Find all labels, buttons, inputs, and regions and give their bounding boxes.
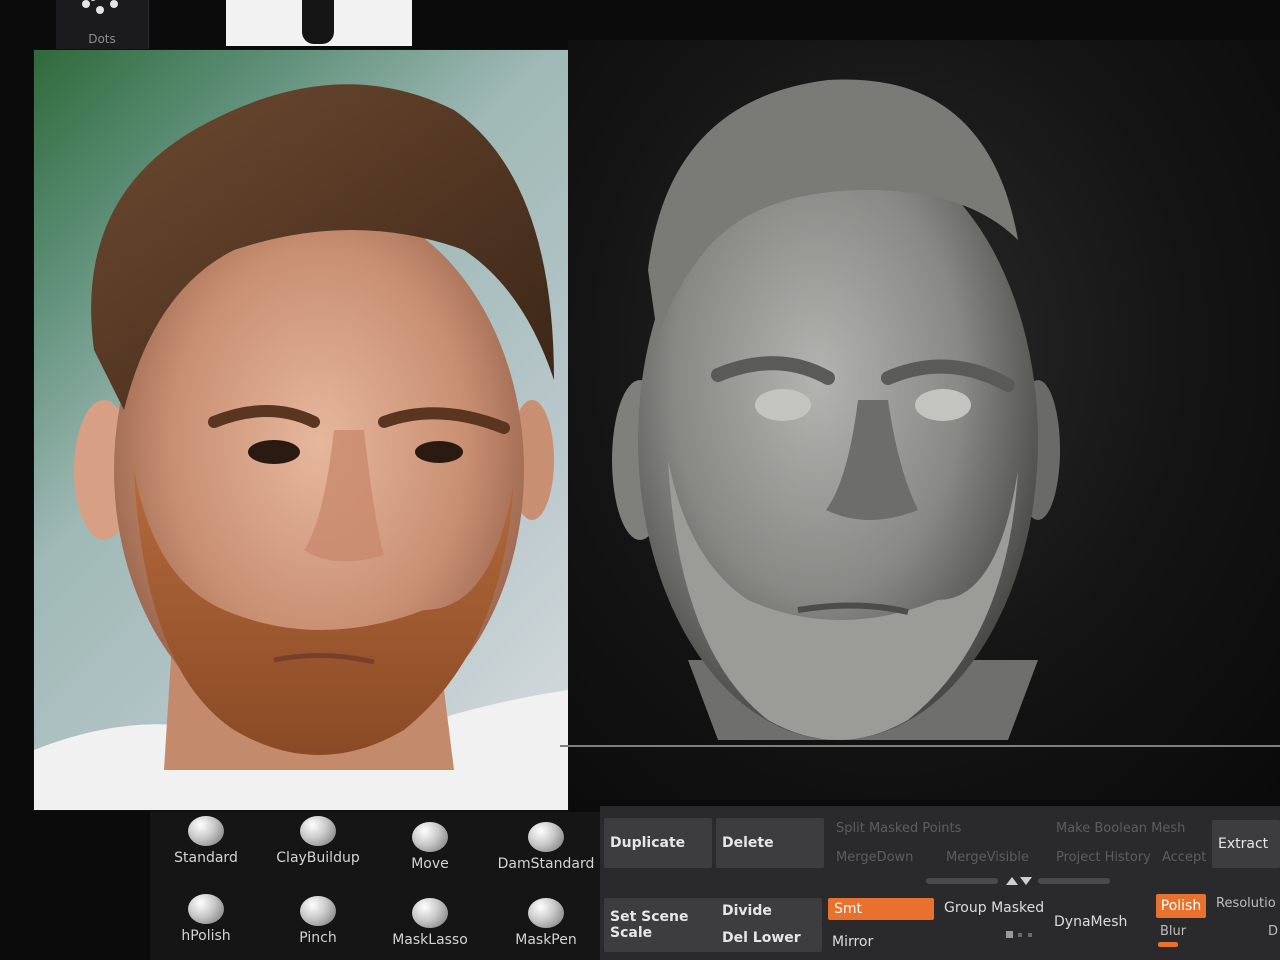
group-masked-button[interactable]: Group Masked [944, 900, 1044, 916]
smt-toggle[interactable]: Smt [828, 898, 934, 920]
brush-maskpen[interactable]: MaskPen [490, 898, 602, 948]
blur-slider-label[interactable]: Blur [1160, 924, 1186, 939]
duplicate-button[interactable]: Duplicate [604, 818, 712, 868]
brush-label: MaskLasso [392, 932, 468, 948]
set-scene-scale-button[interactable]: Set Scene Scale [604, 898, 718, 952]
brush-label: Move [411, 856, 449, 872]
mirror-button[interactable]: Mirror [832, 934, 873, 950]
resolution-slider-label[interactable]: Resolutio [1216, 896, 1276, 911]
sculpt-model [612, 79, 1060, 740]
brush-move[interactable]: Move [374, 822, 486, 872]
blur-slider-fill[interactable] [1158, 942, 1178, 947]
brush-pinch[interactable]: Pinch [262, 896, 374, 946]
dots-icon [82, 0, 118, 14]
make-boolean-mesh-button[interactable]: Make Boolean Mesh [1056, 821, 1185, 836]
floor-grid-line [560, 745, 1280, 747]
brush-label: Standard [174, 850, 238, 866]
slider-bar-left[interactable] [926, 878, 998, 884]
polish-toggle[interactable]: Polish [1156, 894, 1206, 918]
merge-down-button[interactable]: MergeDown [836, 850, 913, 865]
dynamesh-button[interactable]: DynaMesh [1054, 914, 1127, 930]
delete-button[interactable]: Delete [716, 818, 824, 868]
extract-button[interactable]: Extract [1212, 820, 1280, 868]
divide-button[interactable]: Divide [716, 898, 822, 924]
arrow-up-down-icon[interactable] [1004, 876, 1034, 886]
dots-label: Dots [88, 32, 116, 46]
mirror-options-icon[interactable] [1006, 930, 1040, 940]
brush-masklasso-icon [412, 898, 448, 928]
accept-button[interactable]: Accept [1162, 850, 1206, 865]
reference-image [34, 50, 568, 810]
brush-damstandard-icon [528, 822, 564, 852]
subtool-panel: Duplicate Delete Split Masked Points Mer… [600, 806, 1280, 960]
material-thumbnail[interactable] [226, 0, 412, 46]
d-label: D [1268, 924, 1279, 939]
brush-claybuildup[interactable]: ClayBuildup [262, 816, 374, 866]
brush-standard-icon [188, 816, 224, 846]
brush-label: Pinch [299, 930, 337, 946]
brush-label: hPolish [181, 928, 231, 944]
brush-label: DamStandard [497, 856, 595, 872]
brush-maskpen-icon [528, 898, 564, 928]
project-history-button[interactable]: Project History [1056, 850, 1151, 865]
material-shape [302, 0, 334, 44]
slider-bar-right[interactable] [1038, 878, 1110, 884]
viewport-canvas[interactable] [568, 40, 1280, 800]
reference-portrait [34, 84, 568, 810]
brush-label: ClayBuildup [276, 850, 360, 866]
brush-move-icon [412, 822, 448, 852]
brush-hpolish[interactable]: hPolish [150, 894, 262, 944]
brush-claybuildup-icon [300, 816, 336, 846]
brush-damstandard[interactable]: DamStandard [490, 822, 602, 872]
dots-brush-thumbnail[interactable]: Dots [56, 0, 149, 52]
merge-visible-button[interactable]: MergeVisible [946, 850, 1029, 865]
split-masked-points-button[interactable]: Split Masked Points [836, 821, 961, 836]
brush-palette: Standard ClayBuildup Move DamStandard hP… [150, 812, 602, 960]
brush-hpolish-icon [188, 894, 224, 924]
brush-masklasso[interactable]: MaskLasso [374, 898, 486, 948]
brush-label: MaskPen [515, 932, 577, 948]
brush-standard[interactable]: Standard [150, 816, 262, 866]
brush-pinch-icon [300, 896, 336, 926]
del-lower-button[interactable]: Del Lower [716, 924, 822, 952]
